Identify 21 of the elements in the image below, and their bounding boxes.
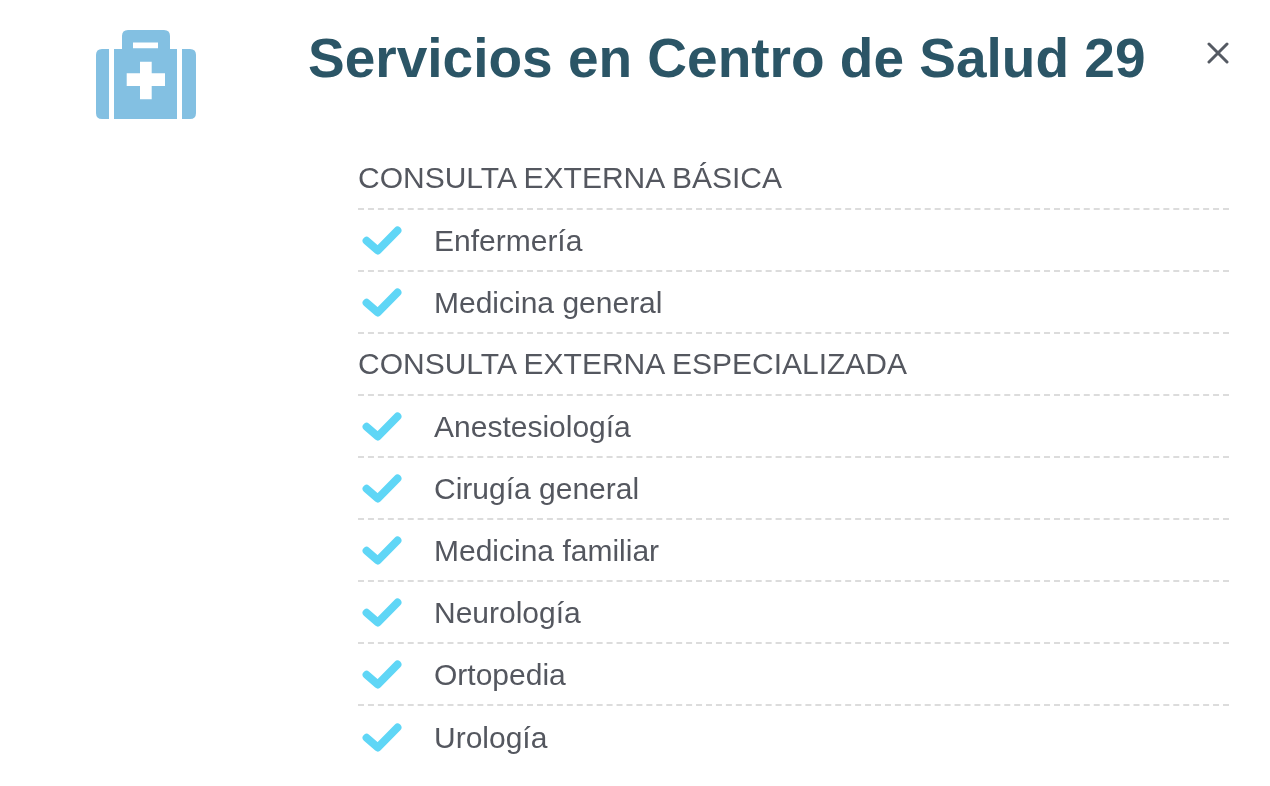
dialog-title: Servicios en Centro de Salud 29 — [308, 31, 1146, 86]
check-icon — [362, 225, 402, 255]
check-icon — [362, 722, 402, 752]
check-icon — [362, 473, 402, 503]
service-name: Enfermería — [434, 222, 583, 259]
check-icon — [362, 535, 402, 565]
medical-kit-icon — [96, 30, 196, 119]
section-heading: CONSULTA EXTERNA BÁSICA — [358, 160, 782, 196]
service-name: Ortopedia — [434, 656, 566, 693]
service-name: Cirugía general — [434, 470, 640, 507]
check-icon — [362, 411, 402, 441]
service-name: Urología — [434, 719, 548, 756]
service-name: Neurología — [434, 594, 581, 631]
check-icon — [362, 287, 402, 317]
close-icon[interactable] — [1207, 42, 1229, 64]
service-name: Anestesiología — [434, 408, 631, 445]
service-name: Medicina general — [434, 284, 663, 321]
section-heading: CONSULTA EXTERNA ESPECIALIZADA — [358, 346, 908, 382]
check-icon — [362, 659, 402, 689]
service-name: Medicina familiar — [434, 532, 660, 569]
check-icon — [362, 597, 402, 627]
